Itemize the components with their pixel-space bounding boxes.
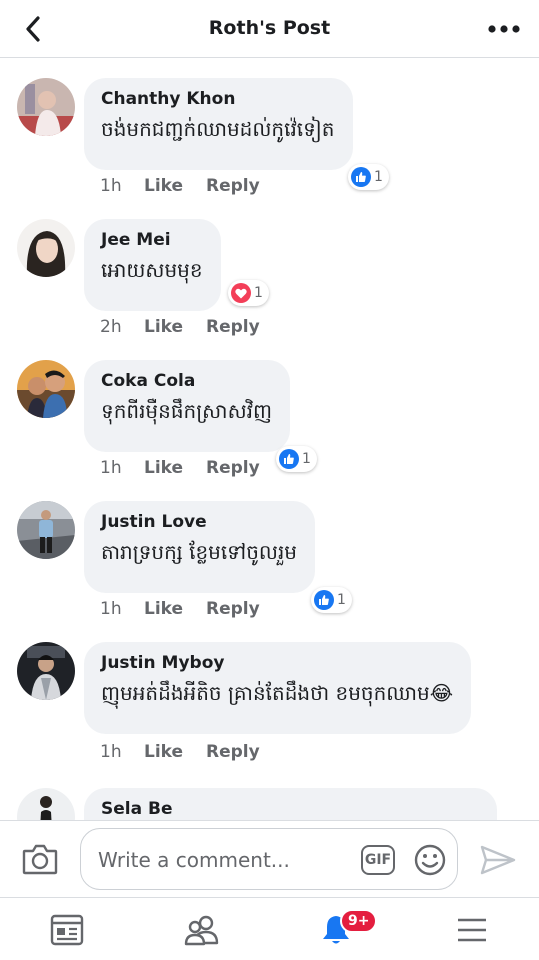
comment-input[interactable]: Write a comment... GIF (80, 828, 458, 890)
comment-author[interactable]: Coka Cola (101, 370, 272, 392)
comment-actions: 1h Like Reply (100, 599, 260, 619)
comment-text: តារាទ្របក្ស ខ្លែមទៅចូលរួម (101, 540, 298, 564)
reaction-badge[interactable]: 1 (276, 446, 317, 472)
news-feed-icon (50, 914, 84, 946)
comment-author[interactable]: Jee Mei (101, 229, 203, 251)
heart-icon (231, 283, 251, 303)
comment-bubble[interactable]: Jee Mei អោយសមមុខ (84, 219, 221, 311)
comment-time: 1h (100, 176, 122, 196)
reaction-badge[interactable]: 1 (311, 587, 352, 613)
reaction-count: 1 (254, 285, 263, 301)
comment-item: Coka Cola ទុកពីរម៉ឺនផឹកស្រាសវិញ 1h Like Re… (0, 340, 539, 481)
tab-friends[interactable] (184, 912, 220, 948)
comment-author[interactable]: Justin Love (101, 511, 297, 533)
hamburger-menu-icon (458, 918, 486, 942)
comment-time: 2h (100, 317, 122, 337)
send-button[interactable] (478, 843, 518, 877)
reaction-count: 1 (302, 451, 311, 467)
tab-news-feed[interactable] (49, 912, 85, 948)
reaction-badge[interactable]: 1 (228, 280, 269, 306)
comment-text: អោយសមមុខ (101, 258, 203, 282)
thumbs-up-icon (351, 167, 371, 187)
comment-author[interactable]: Justin Myboy (101, 652, 453, 674)
friends-icon (184, 915, 219, 946)
comment-bubble[interactable]: Sela Be (84, 788, 497, 820)
page-title: Roth's Post (208, 17, 331, 39)
comment-author[interactable]: Chanthy Khon (101, 88, 335, 110)
camera-button[interactable] (22, 843, 58, 875)
more-options-button[interactable] (487, 14, 521, 44)
comment-bubble[interactable]: Justin Myboy ញុមអត់ដឹងអីតិច គ្រាន់តែដឹងថ… (84, 642, 472, 734)
like-link[interactable]: Like (144, 742, 206, 762)
comment-time: 1h (100, 742, 122, 762)
emoji-button[interactable] (413, 843, 447, 877)
comment-author[interactable]: Sela Be (101, 798, 479, 820)
comment-bubble[interactable]: Justin Love តារាទ្របក្ស ខ្លែមទៅចូលរួម (84, 501, 316, 593)
notification-badge: 9+ (340, 909, 378, 933)
top-bar: Roth's Post (0, 0, 539, 58)
thumbs-up-icon (314, 590, 334, 610)
reply-link[interactable]: Reply (206, 742, 260, 762)
like-link[interactable]: Like (144, 458, 206, 478)
comment-bubble[interactable]: Chanthy Khon ចង់មកជញ្ជក់ឈាមដល់កូវ៉េទៀត (84, 78, 353, 170)
avatar[interactable] (17, 501, 75, 559)
camera-icon (22, 844, 58, 875)
gif-button[interactable]: GIF (361, 845, 395, 875)
avatar[interactable] (17, 78, 75, 136)
comment-text: ចង់មកជញ្ជក់ឈាមដល់កូវ៉េទៀត (101, 117, 335, 141)
comment-list: Chanthy Khon ចង់មកជញ្ជក់ឈាមដល់កូវ៉េទៀត 1… (0, 58, 539, 820)
more-dots-icon (488, 25, 520, 33)
reply-link[interactable]: Reply (206, 599, 260, 619)
reaction-count: 1 (337, 592, 346, 608)
reply-link[interactable]: Reply (206, 458, 260, 478)
comment-actions: 1h Like Reply (100, 458, 260, 478)
reaction-count: 1 (374, 169, 383, 185)
comment-item: Chanthy Khon ចង់មកជញ្ជក់ឈាមដល់កូវ៉េទៀត 1… (0, 58, 539, 199)
reply-link[interactable]: Reply (206, 176, 260, 196)
reaction-badge[interactable]: 1 (348, 164, 389, 190)
like-link[interactable]: Like (144, 599, 206, 619)
comment-item: Justin Love តារាទ្របក្ស ខ្លែមទៅចូលរួម 1h… (0, 481, 539, 622)
comment-bubble[interactable]: Coka Cola ទុកពីរម៉ឺនផឹកស្រាសវិញ (84, 360, 290, 452)
comment-text: ញុមអត់ដឹងអីតិច គ្រាន់តែដឹងថា ខមចុកឈាម😂 (101, 681, 454, 705)
comment-item: Justin Myboy ញុមអត់ដឹងអីតិច គ្រាន់តែដឹងថ… (0, 622, 539, 772)
comment-time: 1h (100, 458, 122, 478)
comment-text: ទុកពីរម៉ឺនផឹកស្រាសវិញ (101, 399, 272, 423)
bottom-tab-bar: 9+ (0, 897, 539, 960)
like-link[interactable]: Like (144, 317, 206, 337)
avatar[interactable] (17, 642, 75, 700)
comment-item: Sela Be (0, 772, 539, 820)
comment-actions: 1h Like Reply (100, 742, 260, 762)
comment-actions: 2h Like Reply (100, 317, 260, 337)
reply-link[interactable]: Reply (206, 317, 260, 337)
comment-actions: 1h Like Reply (100, 176, 260, 196)
comment-time: 1h (100, 599, 122, 619)
like-link[interactable]: Like (144, 176, 206, 196)
smiley-icon (414, 844, 446, 876)
tab-menu[interactable] (454, 912, 490, 948)
comment-composer: Write a comment... GIF (0, 820, 539, 897)
avatar[interactable] (17, 219, 75, 277)
avatar[interactable] (17, 360, 75, 418)
comment-input-placeholder: Write a comment... (98, 848, 290, 872)
avatar[interactable] (17, 788, 75, 820)
send-icon (480, 845, 516, 875)
comment-item: Jee Mei អោយសមមុខ 2h Like Reply 1 (0, 199, 539, 340)
thumbs-up-icon (279, 449, 299, 469)
